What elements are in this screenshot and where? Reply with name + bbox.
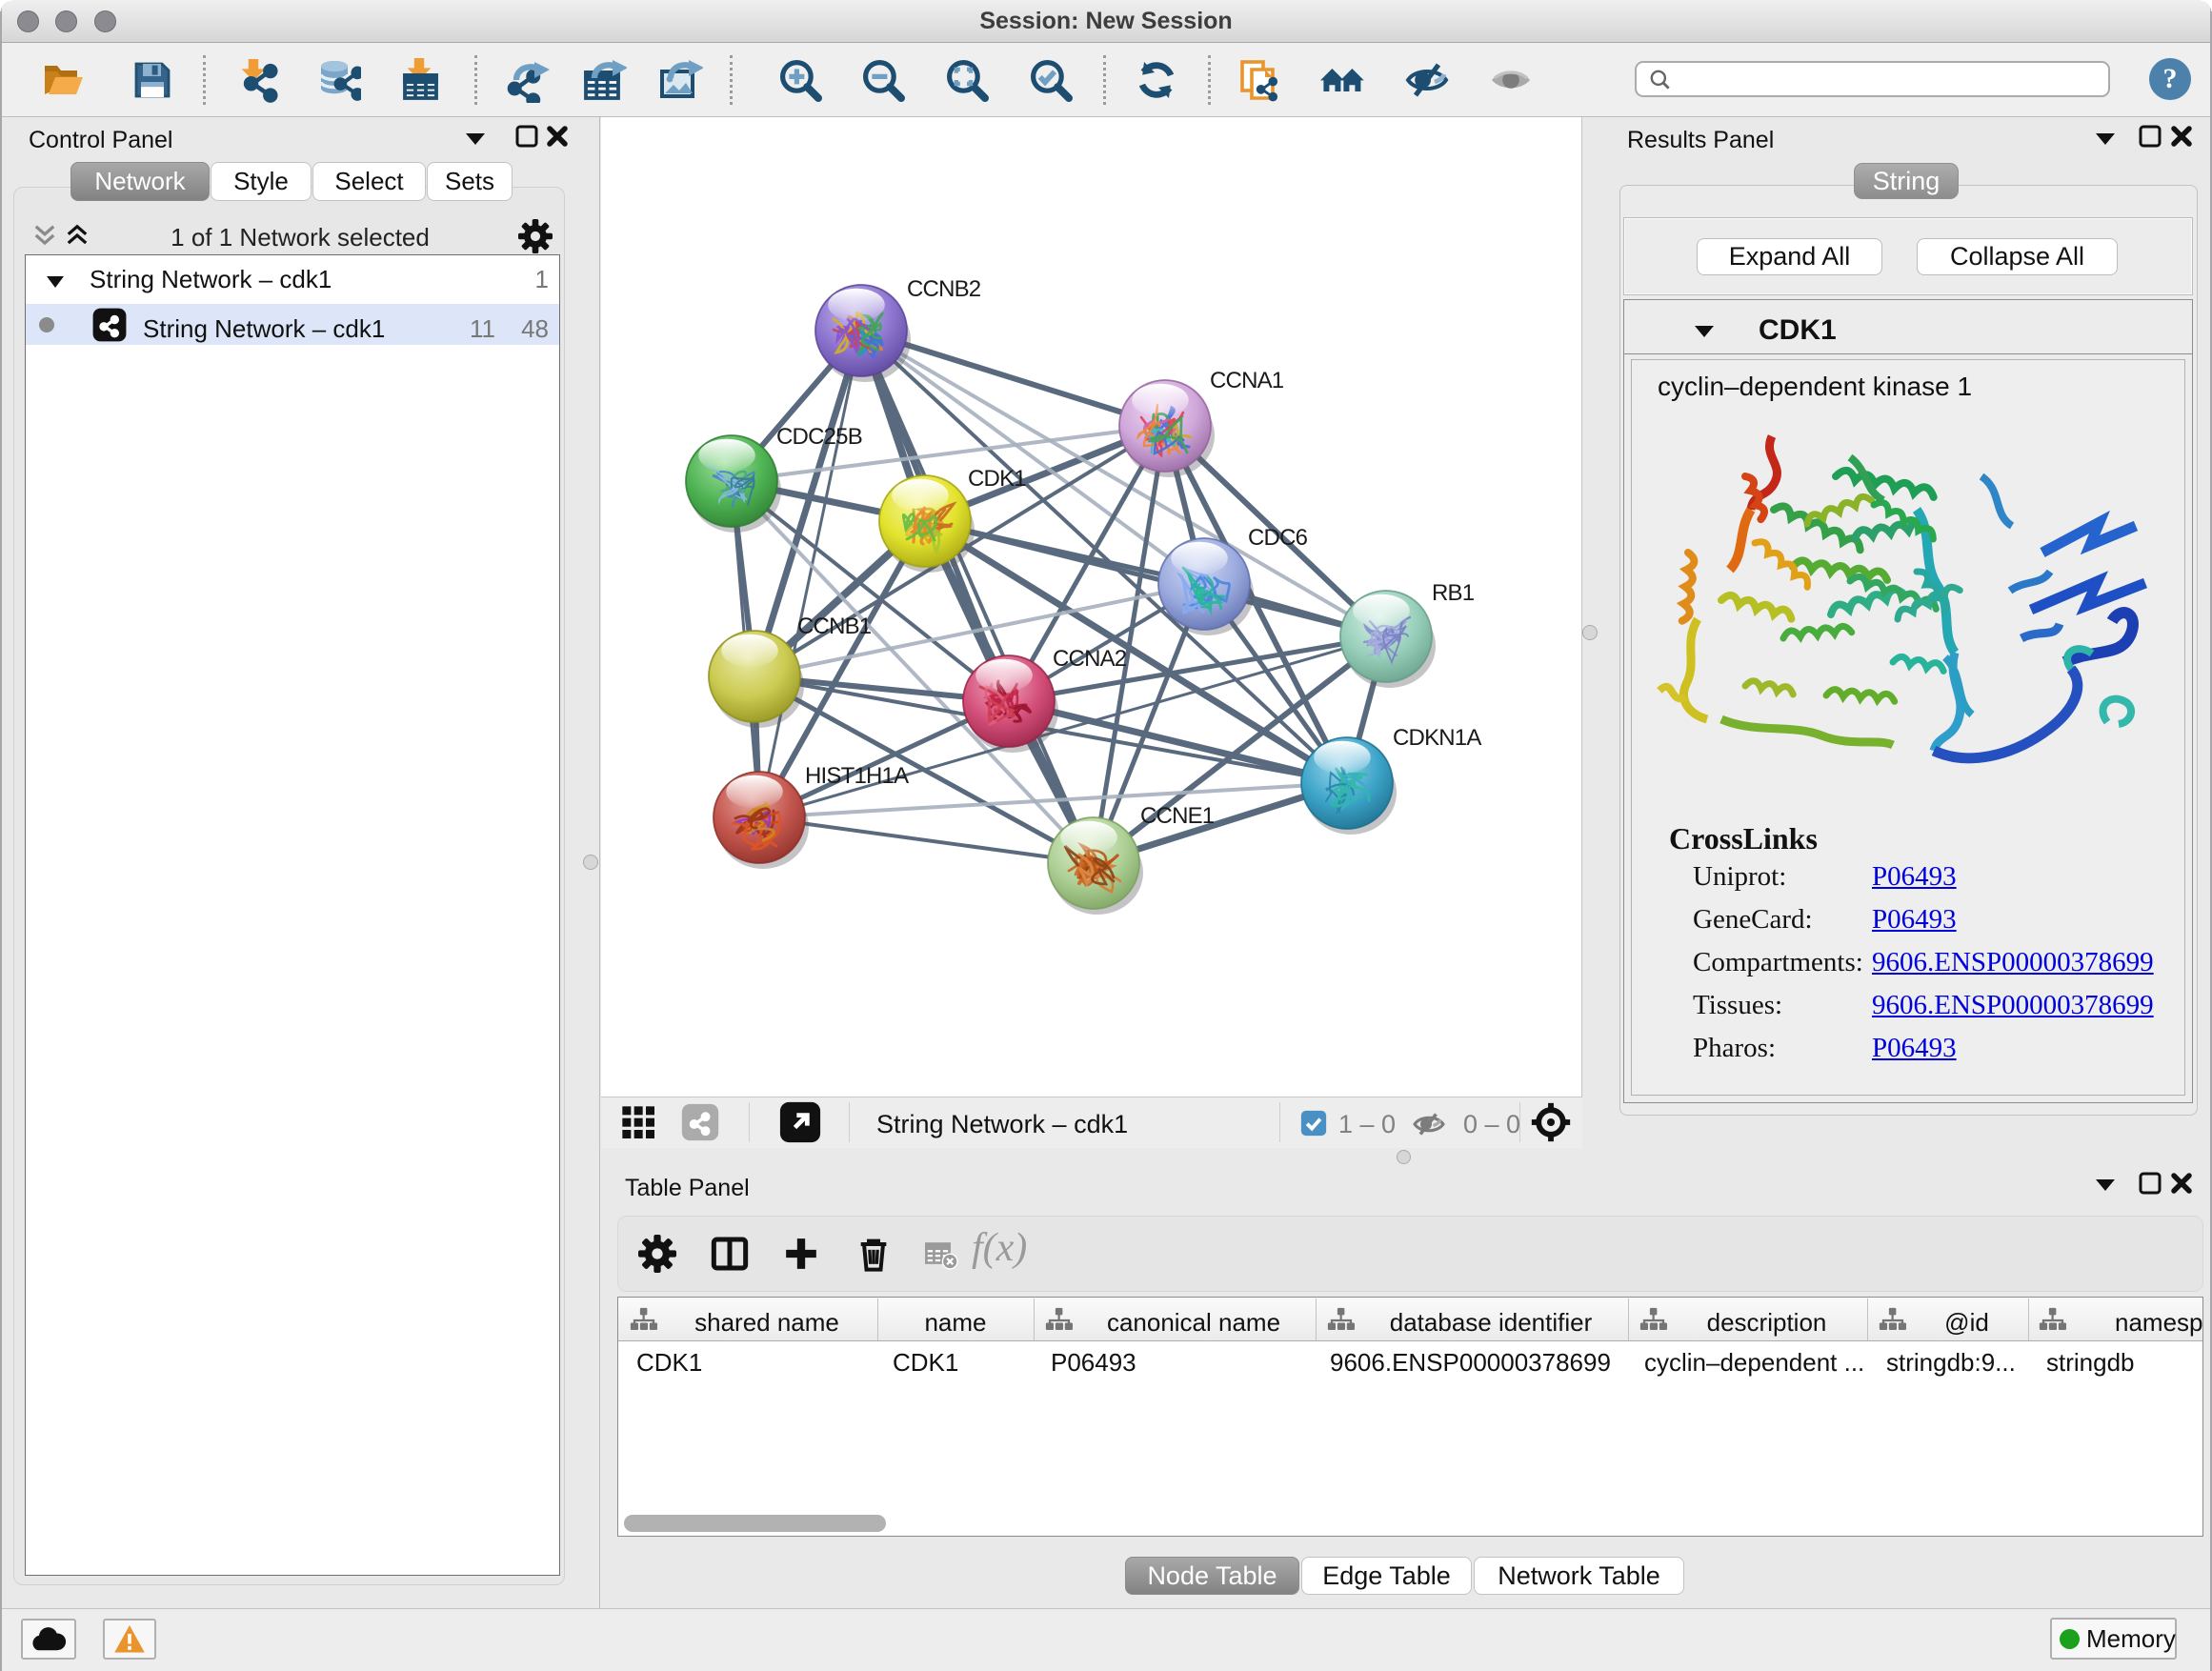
svg-text:CDC6: CDC6 xyxy=(1248,525,1308,551)
svg-text:CDK1: CDK1 xyxy=(968,466,1026,492)
svg-text:CCNB2: CCNB2 xyxy=(907,276,981,302)
svg-text:CCNB1: CCNB1 xyxy=(797,614,872,639)
svg-text:RB1: RB1 xyxy=(1432,580,1475,606)
svg-text:CDKN1A: CDKN1A xyxy=(1393,725,1481,751)
svg-text:HIST1H1A: HIST1H1A xyxy=(805,763,909,789)
svg-text:CCNE1: CCNE1 xyxy=(1140,803,1215,829)
svg-text:CCNA2: CCNA2 xyxy=(1053,646,1127,672)
svg-text:CDC25B: CDC25B xyxy=(776,424,862,450)
svg-text:CCNA1: CCNA1 xyxy=(1210,368,1284,393)
